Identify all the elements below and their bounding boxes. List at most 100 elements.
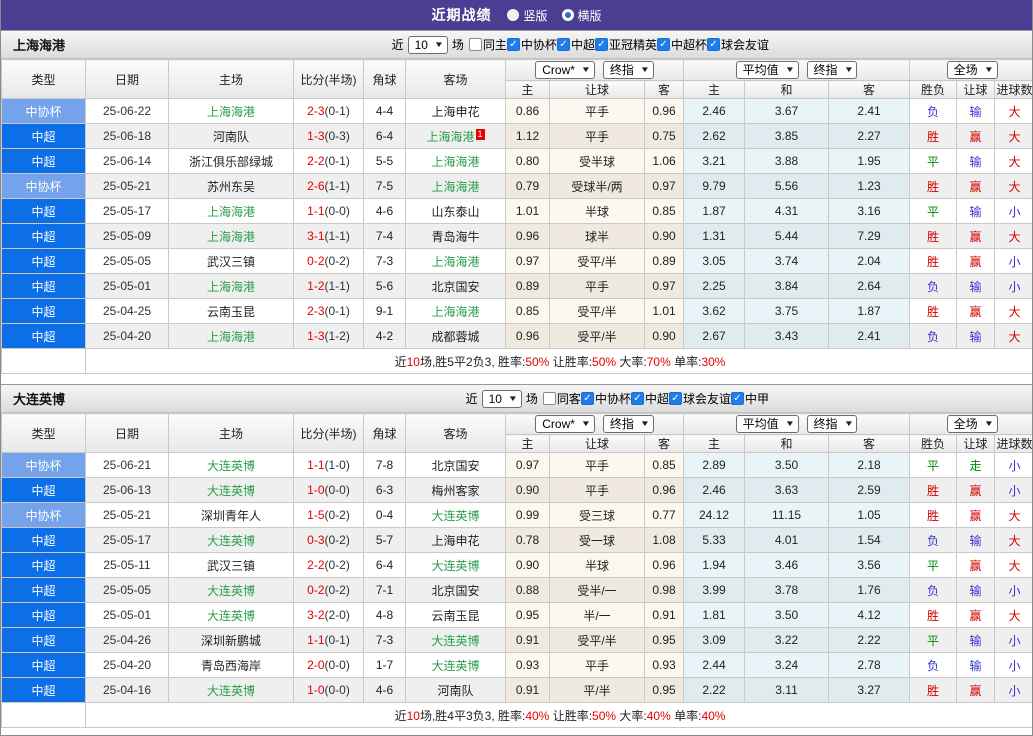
result-outcome-cell: 胜: [909, 248, 958, 274]
result-goals-cell: 小: [994, 198, 1032, 224]
odds-away-cell: 1.01: [643, 298, 685, 324]
radio-selected-icon[interactable]: [561, 9, 574, 21]
corner-cell: 7-3: [363, 248, 406, 274]
odds-handicap-cell: 半/一: [549, 602, 645, 628]
result-outcome-cell: 胜: [909, 477, 958, 503]
crow-select[interactable]: Crow* ▼: [535, 415, 595, 433]
col-header-home: 主场: [168, 413, 294, 453]
date-cell: 25-04-16: [85, 677, 169, 703]
odds-home-cell: 0.96: [505, 323, 550, 349]
chevron-down-icon: ▼: [639, 419, 650, 428]
summary-label: 大率:: [616, 354, 647, 369]
checkbox-checked-icon[interactable]: ✓: [630, 392, 644, 405]
fullmatch-select[interactable]: 全场 ▼: [946, 61, 998, 79]
result-goals-cell: 小: [994, 652, 1032, 678]
corner-cell: 7-8: [363, 452, 406, 478]
crow-select[interactable]: Crow* ▼: [535, 61, 595, 79]
table-body: 中协杯 25-06-21 大连英博 1-1(1-0) 7-8 北京国安 0.97 平手 0.85…: [1, 452, 1032, 728]
same-venue-filter-checkbox[interactable]: 同客: [542, 390, 581, 407]
league-cell: 中超: [1, 477, 86, 503]
checkbox-unchecked-icon[interactable]: [468, 38, 482, 51]
layout-radio-label: 横版: [577, 8, 602, 23]
league-filter-checkbox[interactable]: ✓ 中协杯: [506, 36, 557, 53]
league-filter-checkbox[interactable]: ✓ 中甲: [730, 390, 769, 407]
result-goals-cell: 小: [994, 577, 1032, 603]
match-count-select[interactable]: 10 ▼: [407, 35, 448, 54]
odds-home-cell: 0.97: [505, 452, 550, 478]
league-filter-checkbox[interactable]: ✓ 球会友谊: [706, 36, 769, 53]
result-outcome-cell: 胜: [909, 173, 958, 199]
summary-value: 50%: [592, 708, 617, 723]
league-filter-checkbox[interactable]: ✓ 中超杯: [656, 36, 707, 53]
league-filter-checkbox[interactable]: ✓ 中超: [630, 390, 669, 407]
summary-label: 大率:: [616, 708, 647, 723]
result-goals-cell: 小: [994, 477, 1032, 503]
checkbox-checked-icon[interactable]: ✓: [580, 392, 594, 405]
date-cell: 25-04-25: [85, 298, 169, 324]
checkbox-checked-icon[interactable]: ✓: [506, 38, 520, 51]
result-selects: 全场 ▼: [911, 415, 1032, 433]
match-row: 中超 25-05-17 大连英博 0-3(0-2) 5-7 上海申花 0.78 受一球 1.08…: [1, 527, 1032, 553]
league-filter-checkbox[interactable]: ✓ 球会友谊: [668, 390, 731, 407]
halftime-score: (1-2): [324, 329, 350, 343]
checkbox-checked-icon[interactable]: ✓: [656, 38, 670, 51]
fulltime-score: 1-5: [307, 508, 325, 522]
league-filter-checkbox-label: 中协杯: [520, 38, 557, 52]
home-team-cell: 大连英博: [168, 452, 294, 478]
col-header-type: 类型: [1, 413, 86, 453]
fulltime-score: 1-1: [307, 633, 325, 647]
chevron-down-icon: ▼: [843, 419, 854, 428]
avg-away-cell: 3.27: [828, 677, 911, 703]
layout-radio-1[interactable]: 横版: [561, 7, 602, 24]
result-goals-cell: 大: [994, 552, 1032, 578]
team-name: 上海海港: [13, 38, 66, 53]
same-venue-filter-checkbox[interactable]: 同主: [468, 36, 507, 53]
checkbox-checked-icon[interactable]: ✓: [706, 38, 720, 51]
away-team-name: 上海海港: [431, 179, 480, 194]
avg-select[interactable]: 平均值 ▼: [735, 415, 799, 433]
header-group-row: 类型 日期 主场 比分(半场) 角球 客场 Crow* ▼ 终指 ▼ 平均值 ▼ 终指 ▼ 全场 ▼: [1, 413, 1032, 453]
odds-away-cell: 0.98: [643, 577, 685, 603]
match-count-select[interactable]: 10 ▼: [481, 389, 522, 408]
summary-value: 10: [406, 708, 420, 723]
fulltime-score: 3-2: [307, 608, 325, 622]
checkbox-unchecked-icon[interactable]: [542, 392, 556, 405]
avg-home-cell: 2.44: [683, 652, 746, 678]
away-team-name: 北京国安: [431, 583, 480, 598]
league-filter-checkbox[interactable]: ✓ 亚冠精英: [594, 36, 657, 53]
avg-draw-cell: 3.88: [744, 148, 830, 174]
odds-handicap-cell: 受一球: [549, 527, 645, 553]
fullmatch-select[interactable]: 全场 ▼: [946, 415, 998, 433]
odds-home-cell: 1.12: [505, 123, 550, 149]
checkbox-checked-icon[interactable]: ✓: [556, 38, 570, 51]
checkbox-checked-icon[interactable]: ✓: [730, 392, 744, 405]
date-cell: 25-05-01: [85, 602, 169, 628]
match-row: 中超 25-04-25 云南玉昆 2-3(0-1) 9-1 上海海港 0.85 受平/半 1.0…: [1, 298, 1032, 324]
result-sub-header: 让球: [956, 80, 996, 99]
chevron-down-icon: ▼: [639, 65, 650, 74]
match-row: 中超 25-04-16 大连英博 1-0(0-0) 4-6 河南队 0.91 平/半 0.95 2…: [1, 677, 1032, 703]
avg-select[interactable]: 平均值 ▼: [735, 61, 799, 79]
result-outcome-cell: 平: [909, 148, 958, 174]
away-team-name: 大连英博: [431, 633, 480, 648]
match-row: 中超 25-06-18 河南队 1-3(0-3) 6-4 上海海港 1 1.12 平手 0.75 2…: [1, 123, 1032, 149]
avg-final-select[interactable]: 终指 ▼: [806, 415, 858, 433]
league-filter-checkbox[interactable]: ✓ 中超: [556, 36, 595, 53]
avg-home-cell: 1.87: [683, 198, 746, 224]
crow-final-select[interactable]: 终指 ▼: [602, 415, 654, 433]
away-team-cell: 上海海港: [405, 298, 506, 324]
odds-sub-header: 让球: [549, 434, 645, 453]
checkbox-checked-icon[interactable]: ✓: [594, 38, 608, 51]
checkbox-checked-icon[interactable]: ✓: [668, 392, 682, 405]
layout-radio-0[interactable]: 竖版: [507, 7, 548, 24]
avg-home-cell: 9.79: [683, 173, 746, 199]
crow-final-select[interactable]: 终指 ▼: [602, 61, 654, 79]
corner-cell: 6-3: [363, 477, 406, 503]
avg-home-cell: 2.89: [683, 452, 746, 478]
result-goals-cell: 小: [994, 273, 1032, 299]
avg-final-select[interactable]: 终指 ▼: [806, 61, 858, 79]
home-team-cell: 河南队: [168, 123, 294, 149]
league-filter-checkbox[interactable]: ✓ 中协杯: [580, 390, 631, 407]
radio-unselected-icon[interactable]: [507, 9, 520, 21]
filter-near-label: 近: [465, 392, 478, 406]
